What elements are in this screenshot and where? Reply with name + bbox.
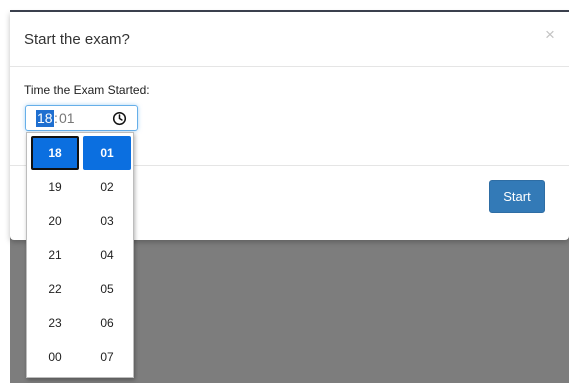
minute-option[interactable]: 02 — [83, 170, 131, 204]
minute-option[interactable]: 04 — [83, 238, 131, 272]
minute-option[interactable]: 06 — [83, 306, 131, 340]
time-picker-dropdown: 18 19 20 21 22 23 00 01 02 03 04 05 06 07 — [26, 132, 134, 378]
hour-option[interactable]: 20 — [31, 204, 79, 238]
hour-option[interactable]: 21 — [31, 238, 79, 272]
close-icon[interactable]: × — [545, 26, 555, 43]
dialog-title: Start the exam? — [24, 31, 130, 48]
time-hour-segment[interactable]: 18 — [36, 110, 54, 127]
start-button[interactable]: Start — [489, 180, 545, 213]
minute-option[interactable]: 05 — [83, 272, 131, 306]
hour-column: 18 19 20 21 22 23 00 — [31, 136, 79, 374]
exam-start-time-input[interactable]: 18 : 01 — [25, 105, 138, 131]
minute-option[interactable]: 07 — [83, 340, 131, 374]
time-field-label: Time the Exam Started: — [24, 83, 150, 97]
minute-option[interactable]: 03 — [83, 204, 131, 238]
minute-column: 01 02 03 04 05 06 07 — [83, 136, 131, 374]
hour-option[interactable]: 00 — [31, 340, 79, 374]
hour-option[interactable]: 22 — [31, 272, 79, 306]
dialog-header: Start the exam? × — [10, 12, 569, 67]
hour-option[interactable]: 19 — [31, 170, 79, 204]
clock-icon[interactable] — [112, 111, 127, 126]
hour-option[interactable]: 23 — [31, 306, 79, 340]
time-separator: : — [54, 110, 58, 126]
minute-option[interactable]: 01 — [83, 136, 131, 170]
time-minute-segment[interactable]: 01 — [59, 110, 75, 127]
hour-option[interactable]: 18 — [31, 136, 79, 170]
